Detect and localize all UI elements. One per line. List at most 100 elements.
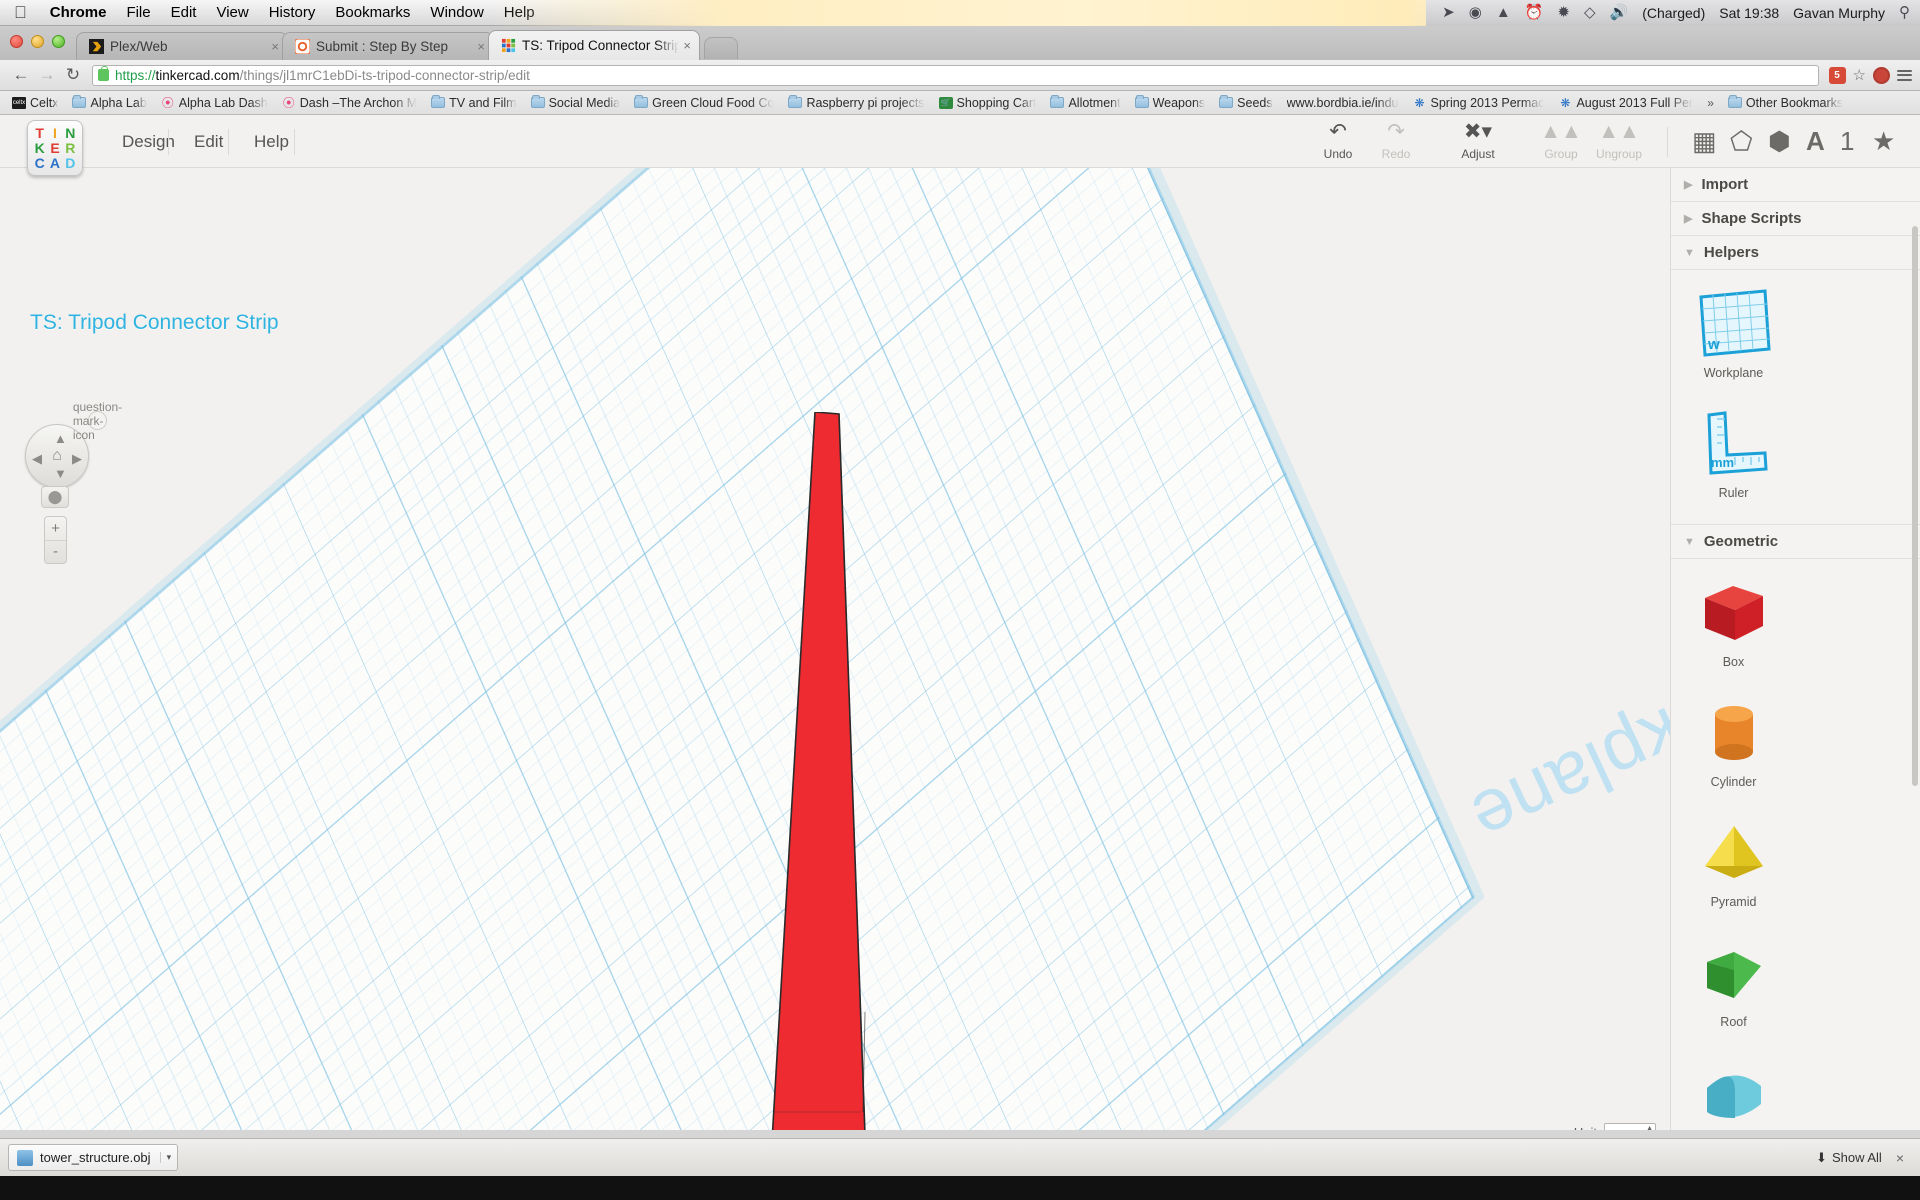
menu-icon[interactable]	[1897, 69, 1912, 81]
bookmark-august-2013-full-permaculture[interactable]: ❋ August 2013 Full Per	[1552, 95, 1699, 111]
bookmark-alpha-lab-dash[interactable]: ⦿ Alpha Lab Dash	[155, 95, 274, 111]
number-1-icon[interactable]: 1	[1840, 126, 1854, 157]
bookmark-celtx[interactable]: celtx Celtx	[6, 95, 64, 111]
tab-close-icon[interactable]: ×	[683, 38, 691, 53]
nav-up-arrow-icon[interactable]: ▲	[54, 431, 67, 446]
chevron-right-icon[interactable]: ➤	[1442, 0, 1455, 26]
grid-icon[interactable]: ▦	[1692, 126, 1717, 157]
maximize-window-button[interactable]	[52, 35, 65, 48]
battery-status[interactable]: (Charged)	[1642, 0, 1705, 26]
section-geometric[interactable]: ▼ Geometric	[1671, 525, 1920, 559]
search-icon[interactable]: ⚲	[1899, 0, 1910, 26]
tab-close-icon[interactable]: ×	[477, 39, 485, 54]
clock[interactable]: Sat 19:38	[1719, 0, 1779, 26]
tab-close-icon[interactable]: ×	[271, 39, 279, 54]
back-button[interactable]: ←	[8, 65, 34, 85]
shape-round-roof[interactable]: Round Roof	[1671, 1049, 1796, 1130]
download-item[interactable]: tower_structure.obj ▾	[8, 1144, 179, 1171]
unit-select[interactable]: mm ▲▼	[1604, 1123, 1656, 1130]
chevron-right-icon: ▶	[1684, 179, 1693, 191]
bookmark-dash-archon[interactable]: ⦿ Dash –The Archon M	[276, 95, 423, 111]
os-menu-bookmarks[interactable]: Bookmarks	[325, 0, 420, 26]
os-menu-view[interactable]: View	[206, 0, 258, 26]
logo-letter: T	[35, 124, 44, 141]
bookmark-green-cloud-food[interactable]: Green Cloud Food Co	[628, 95, 780, 111]
zoom-controls[interactable]: + -	[44, 516, 67, 564]
time-machine-icon[interactable]: ⏰	[1525, 0, 1544, 26]
bookmark-other-bookmarks[interactable]: Other Bookmarks	[1722, 95, 1849, 111]
minimize-window-button[interactable]	[31, 35, 44, 48]
os-menu-file[interactable]: File	[116, 0, 160, 26]
bookmark-weapons[interactable]: Weapons	[1129, 95, 1212, 111]
menu-help[interactable]: Help	[232, 115, 311, 168]
star-icon[interactable]: ☆	[1853, 66, 1866, 84]
solid-cube-icon[interactable]: ⬠	[1730, 126, 1753, 157]
bookmark-social-media[interactable]: Social Media	[525, 95, 627, 111]
shape-ruler[interactable]: mm Ruler	[1671, 400, 1796, 520]
os-menu-edit[interactable]: Edit	[161, 0, 207, 26]
stepper-icon[interactable]: ▲▼	[1646, 1125, 1653, 1130]
zoom-in-button[interactable]: +	[45, 517, 66, 541]
bluetooth-icon[interactable]: ✹	[1557, 0, 1570, 26]
bookmark-shopping-cart[interactable]: 🛒 Shopping Cart	[933, 95, 1043, 111]
reload-button[interactable]: ↻	[60, 65, 86, 85]
adobe-icon[interactable]: ▲	[1496, 0, 1511, 26]
section-import[interactable]: ▶ Import	[1671, 168, 1920, 202]
new-tab-button[interactable]	[704, 37, 738, 59]
shape-workplane[interactable]: w Workplane	[1671, 280, 1796, 400]
bookmark-alpha-lab[interactable]: Alpha Lab	[66, 95, 152, 111]
redo-button[interactable]: ↷ Redo	[1361, 121, 1431, 162]
tab-plex-web[interactable]: Plex/Web ×	[76, 32, 288, 60]
text-A-icon[interactable]: A	[1806, 126, 1825, 157]
dropbox-icon[interactable]: ◉	[1469, 0, 1482, 26]
adjust-button[interactable]: ✖▾ Adjust	[1443, 121, 1513, 162]
bookmarks-overflow-button[interactable]: »	[1701, 96, 1720, 110]
bookmark-allotment[interactable]: Allotment	[1044, 95, 1126, 111]
shape-label: Workplane	[1703, 366, 1764, 380]
os-menu-help[interactable]: Help	[494, 0, 545, 26]
show-all-downloads-button[interactable]: ⬇ Show All	[1816, 1150, 1888, 1166]
adblock-icon[interactable]: 5	[1828, 66, 1846, 84]
nav-left-arrow-icon[interactable]: ◀	[32, 451, 42, 467]
wireframe-cube-icon[interactable]: ⬢	[1768, 126, 1791, 157]
section-shape-scripts[interactable]: ▶ Shape Scripts	[1671, 202, 1920, 236]
shape-pyramid[interactable]: Pyramid	[1671, 809, 1796, 929]
close-window-button[interactable]	[10, 35, 23, 48]
chevron-down-icon[interactable]: ▾	[159, 1152, 171, 1163]
nav-right-arrow-icon[interactable]: ▶	[72, 451, 82, 467]
panel-scrollbar[interactable]	[1912, 226, 1918, 786]
shape-roof[interactable]: Roof	[1671, 929, 1796, 1049]
volume-icon[interactable]: 🔊	[1610, 0, 1629, 26]
user-name[interactable]: Gavan Murphy	[1793, 0, 1885, 26]
profile-avatar-icon[interactable]	[1873, 66, 1890, 84]
model-tripod-connector-strip[interactable]	[757, 412, 897, 1130]
shape-cylinder[interactable]: Cylinder	[1671, 689, 1796, 809]
bookmark-seeds[interactable]: Seeds	[1213, 95, 1278, 111]
bookmark-raspberry-pi-projects[interactable]: Raspberry pi projects	[782, 95, 930, 111]
star-icon[interactable]: ★	[1872, 126, 1895, 157]
box-shape-icon	[1695, 569, 1773, 655]
bookmark-spring-2013-permaculture[interactable]: ❋ Spring 2013 Permac	[1407, 95, 1551, 111]
question-mark-icon[interactable]: question-mark-icon	[73, 400, 122, 442]
tab-tinkercad-active[interactable]: TS: Tripod Connector Strip ×	[488, 30, 700, 60]
bookmark-tv-and-film[interactable]: TV and Film	[425, 95, 522, 111]
os-menu-window[interactable]: Window	[420, 0, 493, 26]
section-helpers[interactable]: ▼ Helpers	[1671, 236, 1920, 270]
forward-button[interactable]: →	[34, 65, 60, 85]
wifi-icon[interactable]: ◇	[1584, 0, 1596, 26]
os-menu-history[interactable]: History	[259, 0, 326, 26]
shape-box[interactable]: Box	[1671, 569, 1796, 689]
tinkercad-logo[interactable]: T I N K E R C A D	[27, 120, 83, 176]
nav-down-arrow-icon[interactable]: ▼	[54, 466, 67, 481]
home-icon[interactable]: ⌂	[52, 447, 62, 465]
close-downloads-bar-button[interactable]: ×	[1888, 1150, 1912, 1166]
zoom-out-button[interactable]: -	[45, 541, 66, 564]
file-icon	[17, 1149, 33, 1166]
os-menu-chrome[interactable]: Chrome	[40, 0, 117, 26]
ungroup-button[interactable]: ▲▲ Ungroup	[1584, 121, 1654, 162]
apple-icon[interactable]: 	[0, 4, 40, 21]
bookmark-bordbia[interactable]: www.bordbia.ie/indu	[1281, 95, 1405, 111]
address-bar[interactable]: https://tinkercad.com/things/jl1mrC1ebDi…	[92, 64, 1819, 86]
fit-view-icon[interactable]: ⬤	[41, 486, 69, 508]
tab-submit-step-by-step[interactable]: Submit : Step By Step ×	[282, 32, 494, 60]
